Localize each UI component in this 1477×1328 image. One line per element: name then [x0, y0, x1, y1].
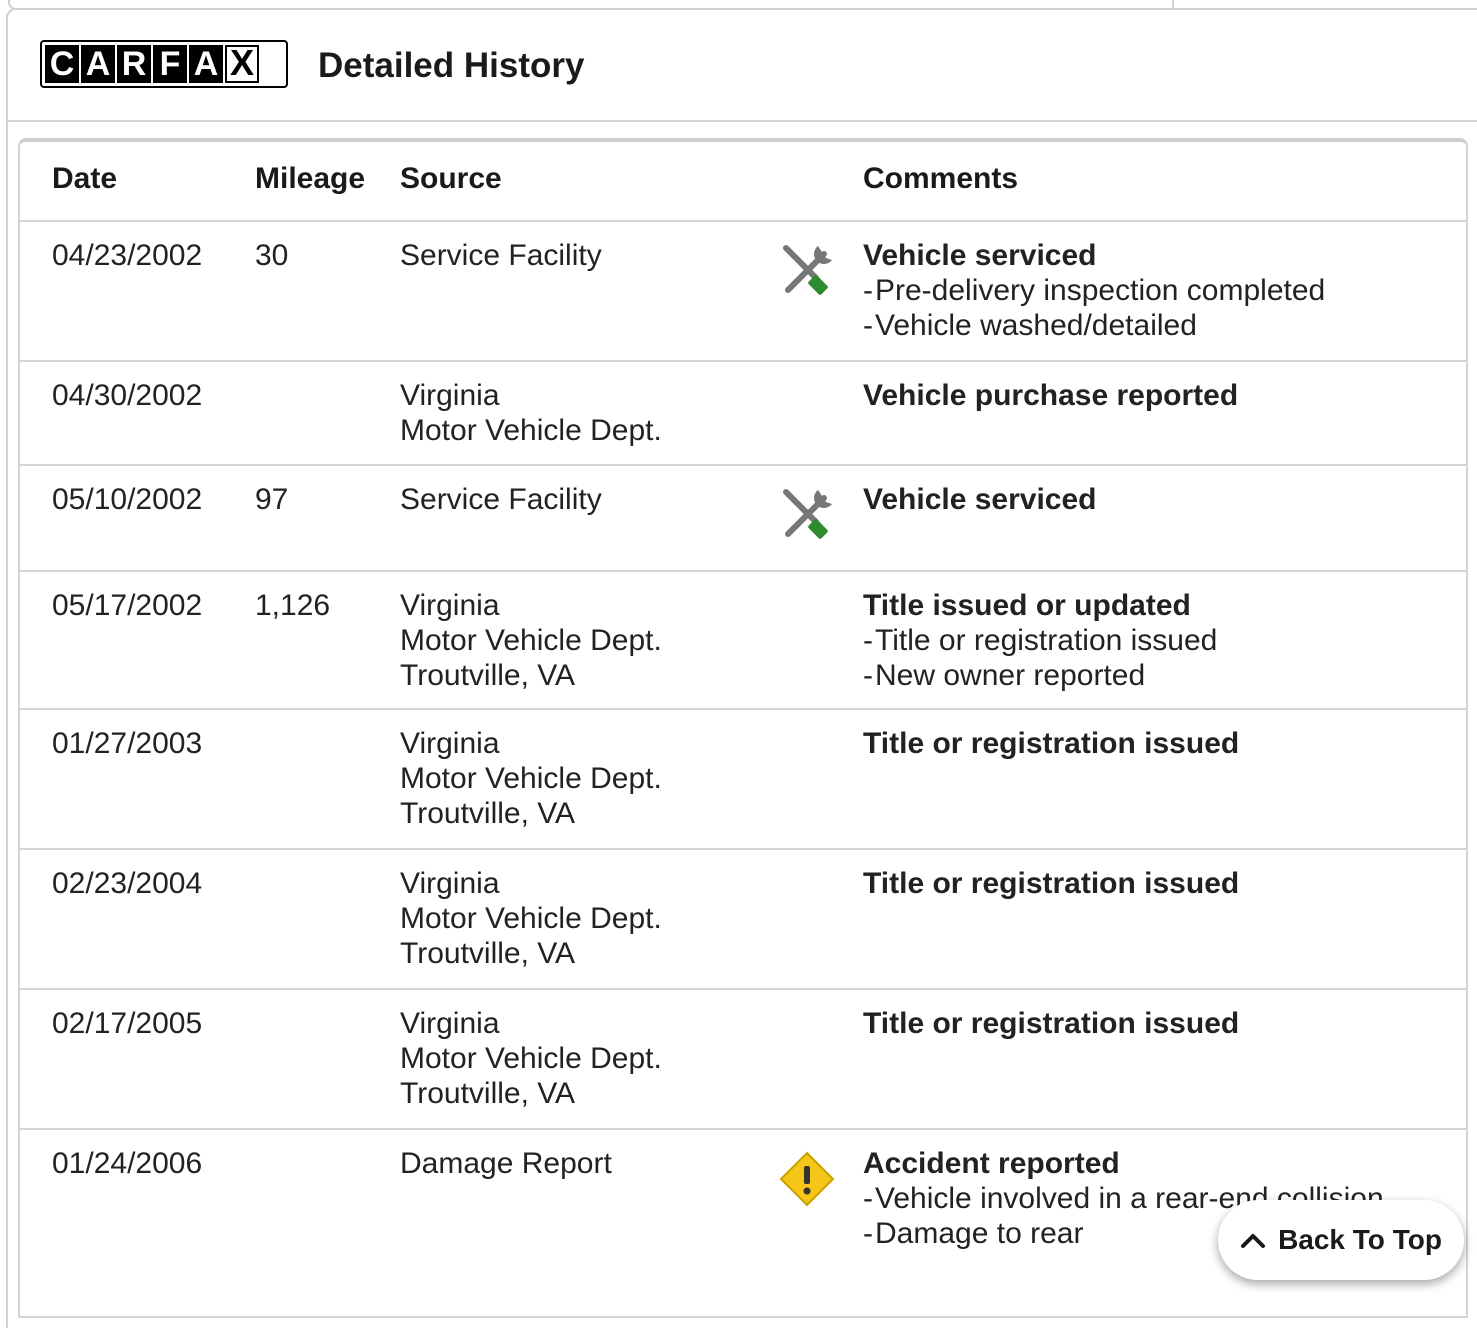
top-divider [1172, 0, 1174, 8]
comment-title: Vehicle purchase reported [863, 379, 1239, 412]
row-comments: Title or registration issued [863, 1006, 1239, 1041]
source-line: Service Facility [400, 239, 602, 272]
chevron-up-icon [1241, 1234, 1266, 1248]
history-table: Date Mileage Source Comments 04/23/2002 3… [18, 138, 1468, 1318]
comment-title: Title or registration issued [863, 867, 1240, 900]
row-source: Virginia Motor Vehicle Dept. Troutville, V… [400, 1006, 662, 1111]
source-line: Troutville, VA [400, 937, 576, 970]
column-header-date: Date [52, 162, 118, 195]
comment-item: Vehicle washed/detailed [863, 308, 1325, 343]
table-row: 04/30/2002 Virginia Motor Vehicle Dept. Veh… [20, 362, 1466, 466]
logo-letter: A [189, 45, 223, 83]
source-line: Virginia [400, 1007, 500, 1040]
row-mileage: 1,126 [255, 589, 331, 622]
comment-item: Pre-delivery inspection completed [863, 273, 1325, 308]
comment-item: New owner reported [863, 658, 1217, 693]
logo-letter: X [225, 45, 259, 83]
row-date: 05/17/2002 [52, 589, 203, 622]
row-source: Virginia Motor Vehicle Dept. Troutville, V… [400, 726, 662, 831]
source-line: Service Facility [400, 483, 602, 516]
card-header: C A R F A X Detailed History [8, 10, 1477, 122]
source-line: Virginia [400, 867, 500, 900]
table-row: 04/23/2002 30 Service Facility Vehicle serv… [20, 222, 1466, 362]
row-comments: Title issued or updatedTitle or registra… [863, 588, 1217, 693]
logo-letter: A [81, 45, 115, 83]
comment-title: Title issued or updated [863, 589, 1191, 622]
column-header-comments: Comments [863, 162, 1019, 195]
row-date: 01/27/2003 [52, 727, 203, 760]
source-line: Damage Report [400, 1147, 612, 1180]
table-row: 02/17/2005 Virginia Motor Vehicle Dept. Tro… [20, 990, 1466, 1130]
source-line: Virginia [400, 727, 500, 760]
row-comments: Title or registration issued [863, 866, 1239, 901]
comment-item: Title or registration issued [863, 623, 1217, 658]
logo-letter: F [153, 45, 187, 83]
row-date: 05/10/2002 [52, 483, 203, 516]
source-line: Motor Vehicle Dept. [400, 902, 662, 935]
table-row: 02/23/2004 Virginia Motor Vehicle Dept. Tro… [20, 850, 1466, 990]
row-source: Service Facility [400, 238, 602, 273]
comment-title: Vehicle serviced [863, 483, 1097, 516]
source-line: Motor Vehicle Dept. [400, 624, 662, 657]
page-title: Detailed History [318, 46, 585, 85]
carfax-logo: C A R F A X [40, 40, 288, 88]
source-line: Troutville, VA [400, 659, 576, 692]
row-source: Virginia Motor Vehicle Dept. Troutville, V… [400, 588, 662, 693]
row-comments: Vehicle purchase reported [863, 378, 1238, 413]
back-to-top-label: Back To Top [1278, 1224, 1442, 1255]
service-icon [783, 489, 832, 539]
source-line: Motor Vehicle Dept. [400, 414, 662, 447]
source-line: Troutville, VA [400, 797, 576, 830]
row-comments: Vehicle servicedPre-delivery inspection … [863, 238, 1325, 343]
comment-title: Vehicle serviced [863, 239, 1097, 272]
row-comments: Vehicle serviced [863, 482, 1097, 517]
warning-icon [779, 1151, 835, 1207]
row-comments: Title or registration issued [863, 726, 1239, 761]
row-mileage: 30 [255, 239, 289, 272]
comment-title: Accident reported [863, 1147, 1120, 1180]
table-row: 05/17/2002 1,126 Virginia Motor Vehicle Dep… [20, 572, 1466, 710]
table-header: Date Mileage Source Comments [20, 142, 1466, 222]
source-line: Virginia [400, 589, 500, 622]
row-date: 04/30/2002 [52, 379, 203, 412]
column-header-mileage: Mileage [255, 162, 366, 195]
row-date: 01/24/2006 [52, 1147, 203, 1180]
row-date: 02/17/2005 [52, 1007, 203, 1040]
comment-title: Title or registration issued [863, 727, 1240, 760]
row-mileage: 97 [255, 483, 289, 516]
row-date: 02/23/2004 [52, 867, 203, 900]
table-row: 05/10/2002 97 Service Facility Vehicle serv… [20, 466, 1466, 572]
logo-letter: R [117, 45, 151, 83]
table-row: 01/27/2003 Virginia Motor Vehicle Dept. Tro… [20, 710, 1466, 850]
logo-letter: C [45, 45, 79, 83]
row-source: Service Facility [400, 482, 602, 517]
comment-title: Title or registration issued [863, 1007, 1240, 1040]
row-source: Virginia Motor Vehicle Dept. [400, 378, 662, 448]
service-icon [783, 245, 832, 295]
row-date: 04/23/2002 [52, 239, 203, 272]
source-line: Motor Vehicle Dept. [400, 1042, 662, 1075]
source-line: Troutville, VA [400, 1077, 576, 1110]
back-to-top-button[interactable]: Back To Top [1218, 1200, 1464, 1280]
source-line: Motor Vehicle Dept. [400, 762, 662, 795]
row-source: Virginia Motor Vehicle Dept. Troutville, V… [400, 866, 662, 971]
column-header-source: Source [400, 162, 502, 195]
source-line: Virginia [400, 379, 500, 412]
row-source: Damage Report [400, 1146, 612, 1181]
